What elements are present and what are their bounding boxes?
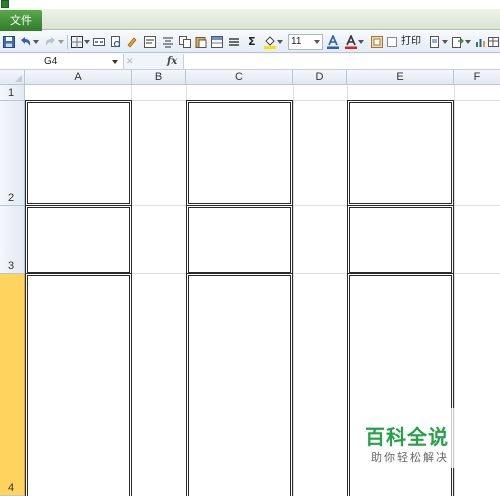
cell-style-icon[interactable] [370, 34, 384, 50]
column-header-e[interactable]: E [347, 70, 454, 85]
title-strip [0, 0, 500, 9]
print-preview-icon[interactable] [109, 34, 123, 50]
row-number: 4 [8, 482, 15, 494]
align-center-icon[interactable] [161, 34, 175, 50]
copy-icon[interactable] [178, 34, 192, 50]
export-icon[interactable] [451, 34, 465, 50]
font-size-value: 11 [291, 36, 302, 47]
cell-c3[interactable] [186, 205, 293, 275]
cancel-icon[interactable]: ✕ [126, 54, 134, 69]
undo-icon[interactable] [17, 34, 33, 50]
paste-icon[interactable] [194, 34, 208, 50]
formula-input[interactable] [183, 54, 500, 69]
wrap-text-icon[interactable] [143, 34, 157, 50]
print-label[interactable]: 打印 [401, 35, 421, 49]
name-box-dropdown-icon[interactable] [112, 60, 118, 64]
ribbon-tab-bar [0, 9, 500, 30]
watermark-subtitle: 助你轻松解决 [371, 451, 449, 464]
watermark-title: 百科全说 [365, 425, 449, 449]
save-icon[interactable] [2, 34, 16, 50]
borders-dropdown-icon[interactable] [84, 34, 90, 50]
font-color-icon[interactable] [344, 34, 358, 50]
insert-function-button[interactable]: fx [167, 54, 177, 69]
gridline [293, 85, 294, 496]
table-icon[interactable] [487, 34, 499, 50]
file-tab[interactable]: 文件 [0, 10, 42, 31]
row-header-4[interactable]: 4 [0, 274, 25, 496]
undo-dropdown-icon[interactable] [33, 34, 39, 50]
font-color-dropdown-icon[interactable] [358, 34, 364, 50]
column-header-b[interactable]: B [132, 70, 186, 85]
row-number: 2 [8, 192, 15, 204]
row-number: 1 [8, 87, 15, 99]
column-header-f[interactable]: F [454, 70, 500, 85]
font-size-select[interactable]: 11 [288, 34, 323, 50]
name-box[interactable]: G4 [0, 54, 124, 69]
row-number: 3 [8, 260, 15, 272]
row-header-3[interactable]: 3 [0, 206, 25, 274]
format-painter-icon[interactable] [125, 34, 139, 50]
font-color-a-icon[interactable] [326, 34, 340, 50]
cell-a4[interactable] [25, 273, 132, 496]
quick-toolbar: Σ 11 打印 [0, 31, 500, 53]
column-header-d[interactable]: D [293, 70, 347, 85]
app-icon [1, 0, 9, 8]
print-checkbox-icon[interactable] [386, 34, 398, 50]
merge-cells-icon[interactable] [92, 34, 106, 50]
toolbar-separator [67, 35, 68, 49]
table-style-icon[interactable] [210, 34, 224, 50]
column-header-a[interactable]: A [25, 70, 132, 85]
cell-e3[interactable] [347, 205, 454, 275]
row-header-2[interactable]: 2 [0, 101, 25, 206]
page-setup-icon[interactable] [428, 34, 442, 50]
redo-dropdown-icon[interactable] [58, 34, 64, 50]
column-header-c[interactable]: C [186, 70, 293, 85]
cell-c2[interactable] [186, 100, 293, 206]
export-dropdown-icon[interactable] [465, 34, 471, 50]
borders-icon[interactable] [70, 34, 84, 50]
cell-a3[interactable] [25, 205, 132, 275]
select-all-corner[interactable] [0, 70, 25, 85]
fill-color-dropdown-icon[interactable] [277, 34, 283, 50]
redo-icon[interactable] [44, 34, 58, 50]
cell-e2[interactable] [347, 100, 454, 206]
font-size-dropdown-icon[interactable] [314, 40, 320, 44]
name-box-value: G4 [44, 56, 58, 67]
row-height-icon[interactable] [227, 34, 241, 50]
cell-a2[interactable] [25, 100, 132, 206]
row-header-1[interactable]: 1 [0, 85, 25, 101]
page-setup-dropdown-icon[interactable] [442, 34, 448, 50]
autosum-button[interactable]: Σ [248, 35, 256, 49]
chart-icon[interactable] [474, 34, 486, 50]
fill-color-icon[interactable] [263, 34, 277, 50]
cell-c4[interactable] [186, 273, 293, 496]
